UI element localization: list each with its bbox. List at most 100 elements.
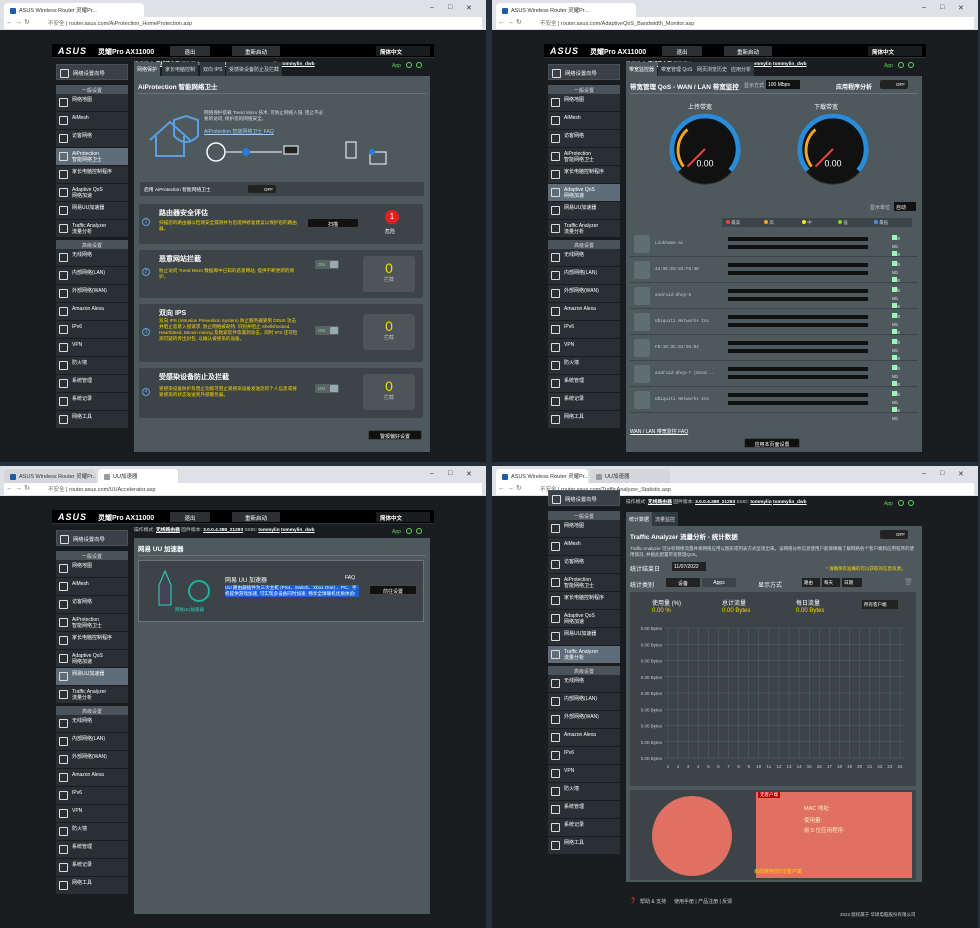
tab-qos[interactable]: 带宽管理 QoS (658, 62, 696, 76)
sidebar-item-ipv6[interactable]: IPv6 (56, 321, 128, 339)
language-select[interactable]: 简体中文 (376, 512, 430, 522)
sidebar-item-aimesh[interactable]: AiMesh (56, 578, 128, 596)
ips-toggle[interactable]: ON (315, 326, 339, 335)
sidebar-item-uu[interactable]: 网易UU加速器 (56, 668, 128, 686)
sidebar-item-tools[interactable]: 网络工具 (56, 877, 128, 895)
sidebar-item-wan[interactable]: 外部网络(WAN) (56, 285, 128, 303)
sidebar-item-firewall[interactable]: 防火墙 (548, 783, 620, 801)
sidebar-item-traffic[interactable]: Traffic Analyzer 流量分析 (56, 686, 128, 704)
browser-tab-uu[interactable]: UU加速器 (590, 469, 670, 483)
alert-pref-button[interactable]: 警报偏好设置 (368, 430, 422, 440)
sidebar-item-guest[interactable]: 访客网络 (56, 130, 128, 148)
sidebar-item-log[interactable]: 系统记录 (56, 859, 128, 877)
app-link[interactable]: App (884, 63, 893, 69)
tab-traffic-monitor[interactable]: 流量监控 (652, 512, 679, 526)
sidebar-item-aimesh[interactable]: AiMesh (548, 112, 620, 130)
tab-bandwidth[interactable]: 带宽监控器 (626, 62, 658, 76)
device-row[interactable]: F0:1D:3C:84:56:940.00 Mb0.00 Mb (630, 336, 918, 369)
sidebar-item-vpn[interactable]: VPN (548, 765, 620, 783)
sidebar-qis[interactable]: 网络设置向导 (56, 64, 128, 80)
maximize-icon[interactable]: □ (940, 4, 944, 11)
sidebar-item-parental[interactable]: 家长电脑控制程序 (56, 632, 128, 650)
minimize-icon[interactable]: – (922, 470, 926, 477)
sidebar-qis[interactable]: 网络设置向导 (548, 64, 620, 80)
malicious-toggle[interactable]: ON (315, 260, 339, 269)
network-icon[interactable] (416, 528, 422, 534)
sidebar-item-aiprotection[interactable]: AiProtection 智能网络卫士 (548, 574, 620, 592)
sidebar-item-wireless[interactable]: 无线网络 (56, 715, 128, 733)
usb-icon[interactable] (898, 62, 904, 68)
sidebar-item-qos[interactable]: Adaptive QoS 网络加速 (548, 184, 620, 202)
browser-tab[interactable]: ASUS Wireless Router 灵耀Pr... (4, 3, 144, 17)
maximize-icon[interactable]: □ (940, 470, 944, 477)
usb-icon[interactable] (406, 62, 412, 68)
maximize-icon[interactable]: □ (448, 470, 452, 477)
close-icon[interactable]: ✕ (466, 4, 472, 12)
nav-buttons[interactable]: ←→↻ (498, 484, 524, 492)
sidebar-item-firewall[interactable]: 防火墙 (56, 357, 128, 375)
tab-app-analysis[interactable]: 应用分析 (728, 62, 755, 76)
sidebar-item-admin[interactable]: 系统管理 (56, 375, 128, 393)
faq-link[interactable]: WAN / LAN 带宽监控 FAQ (630, 428, 688, 435)
sidebar-item-traffic[interactable]: Traffic Analyzer 流量分析 (548, 646, 620, 664)
sidebar-item-admin[interactable]: 系统管理 (548, 801, 620, 819)
minimize-icon[interactable]: – (430, 470, 434, 477)
browser-tab[interactable]: ASUS Wireless Router 灵耀Pr... (496, 469, 588, 483)
sidebar-item-aiprotection[interactable]: AiProtection 智能网络卫士 (56, 148, 128, 166)
ssid-2[interactable]: tommylin_dwb (773, 500, 807, 505)
ssid-2[interactable]: tommylin_dwb (773, 62, 807, 67)
client-filter[interactable]: 所有客户端 (862, 600, 898, 609)
traffic-toggle[interactable]: OFF (880, 530, 908, 539)
app-link[interactable]: App (392, 63, 401, 69)
network-icon[interactable] (416, 62, 422, 68)
sidebar-item-alexa[interactable]: Amazon Alexa (548, 303, 620, 321)
maximize-icon[interactable]: □ (448, 4, 452, 11)
sidebar-item-admin[interactable]: 系统管理 (548, 375, 620, 393)
sidebar-item-aimesh[interactable]: AiMesh (56, 112, 128, 130)
tab-network-protection[interactable]: 网络保护 (134, 62, 161, 76)
sidebar-item-vpn[interactable]: VPN (548, 339, 620, 357)
enable-toggle[interactable]: OFF (248, 185, 276, 193)
sidebar-item-log[interactable]: 系统记录 (548, 819, 620, 837)
logout-button[interactable]: 退出 (170, 46, 210, 56)
sidebar-item-parental[interactable]: 家长电脑控制程序 (56, 166, 128, 184)
sidebar-item-vpn[interactable]: VPN (56, 805, 128, 823)
trash-icon[interactable]: 🗑 (904, 578, 913, 586)
network-icon[interactable] (908, 62, 914, 68)
sidebar-item-wan[interactable]: 外部网络(WAN) (56, 751, 128, 769)
device-row[interactable]: Ubiquiti Networks Inc0.00 Mb0.00 Mb (630, 310, 918, 343)
sidebar-item-map[interactable]: 网络地图 (548, 94, 620, 112)
browser-tab[interactable]: ASUS Wireless Router 灵耀Pr... (4, 469, 96, 483)
sidebar-item-firewall[interactable]: 防火墙 (548, 357, 620, 375)
sidebar-item-guest[interactable]: 访客网络 (56, 596, 128, 614)
sidebar-item-parental[interactable]: 家长电脑控制程序 (548, 166, 620, 184)
help-icon[interactable]: ❓ (630, 898, 636, 904)
tab-parental[interactable]: 家长电脑控制 (162, 62, 199, 76)
minimize-icon[interactable]: – (430, 4, 434, 11)
sidebar-item-lan[interactable]: 内部网络(LAN) (56, 267, 128, 285)
sidebar-item-traffic[interactable]: Traffic Analyzer 流量分析 (56, 220, 128, 238)
sidebar-item-lan[interactable]: 内部网络(LAN) (548, 693, 620, 711)
sidebar-item-aimesh[interactable]: AiMesh (548, 538, 620, 556)
faq-link[interactable]: AiProtection 智能网络卫士 FAQ (204, 128, 274, 135)
scan-button[interactable]: 扫描 (307, 218, 359, 228)
close-icon[interactable]: ✕ (958, 4, 964, 12)
sidebar-item-traffic[interactable]: Traffic Analyzer 流量分析 (548, 220, 620, 238)
sidebar-item-vpn[interactable]: VPN (56, 339, 128, 357)
sidebar-item-guest[interactable]: 访客网络 (548, 130, 620, 148)
sidebar-item-tools[interactable]: 网络工具 (548, 411, 620, 429)
app-link[interactable]: App (392, 529, 401, 535)
goto-settings-button[interactable]: 前往设置 (369, 585, 417, 595)
nav-buttons[interactable]: ←→↻ (6, 18, 32, 26)
tab-infected[interactable]: 受感染设备防止及拦截 (226, 62, 283, 76)
sidebar-item-alexa[interactable]: Amazon Alexa (548, 729, 620, 747)
sidebar-item-aiprotection[interactable]: AiProtection 智能网络卫士 (56, 614, 128, 632)
network-icon[interactable] (908, 500, 914, 506)
show-date-select[interactable]: 日期 (842, 578, 862, 587)
op-mode[interactable]: 无线路由器 (156, 528, 180, 533)
ssid-1[interactable]: tommylin (750, 500, 771, 505)
close-icon[interactable]: ✕ (958, 470, 964, 478)
sidebar-item-ipv6[interactable]: IPv6 (548, 321, 620, 339)
language-select[interactable]: 简体中文 (376, 46, 430, 56)
sidebar-item-map[interactable]: 网络地图 (548, 520, 620, 538)
